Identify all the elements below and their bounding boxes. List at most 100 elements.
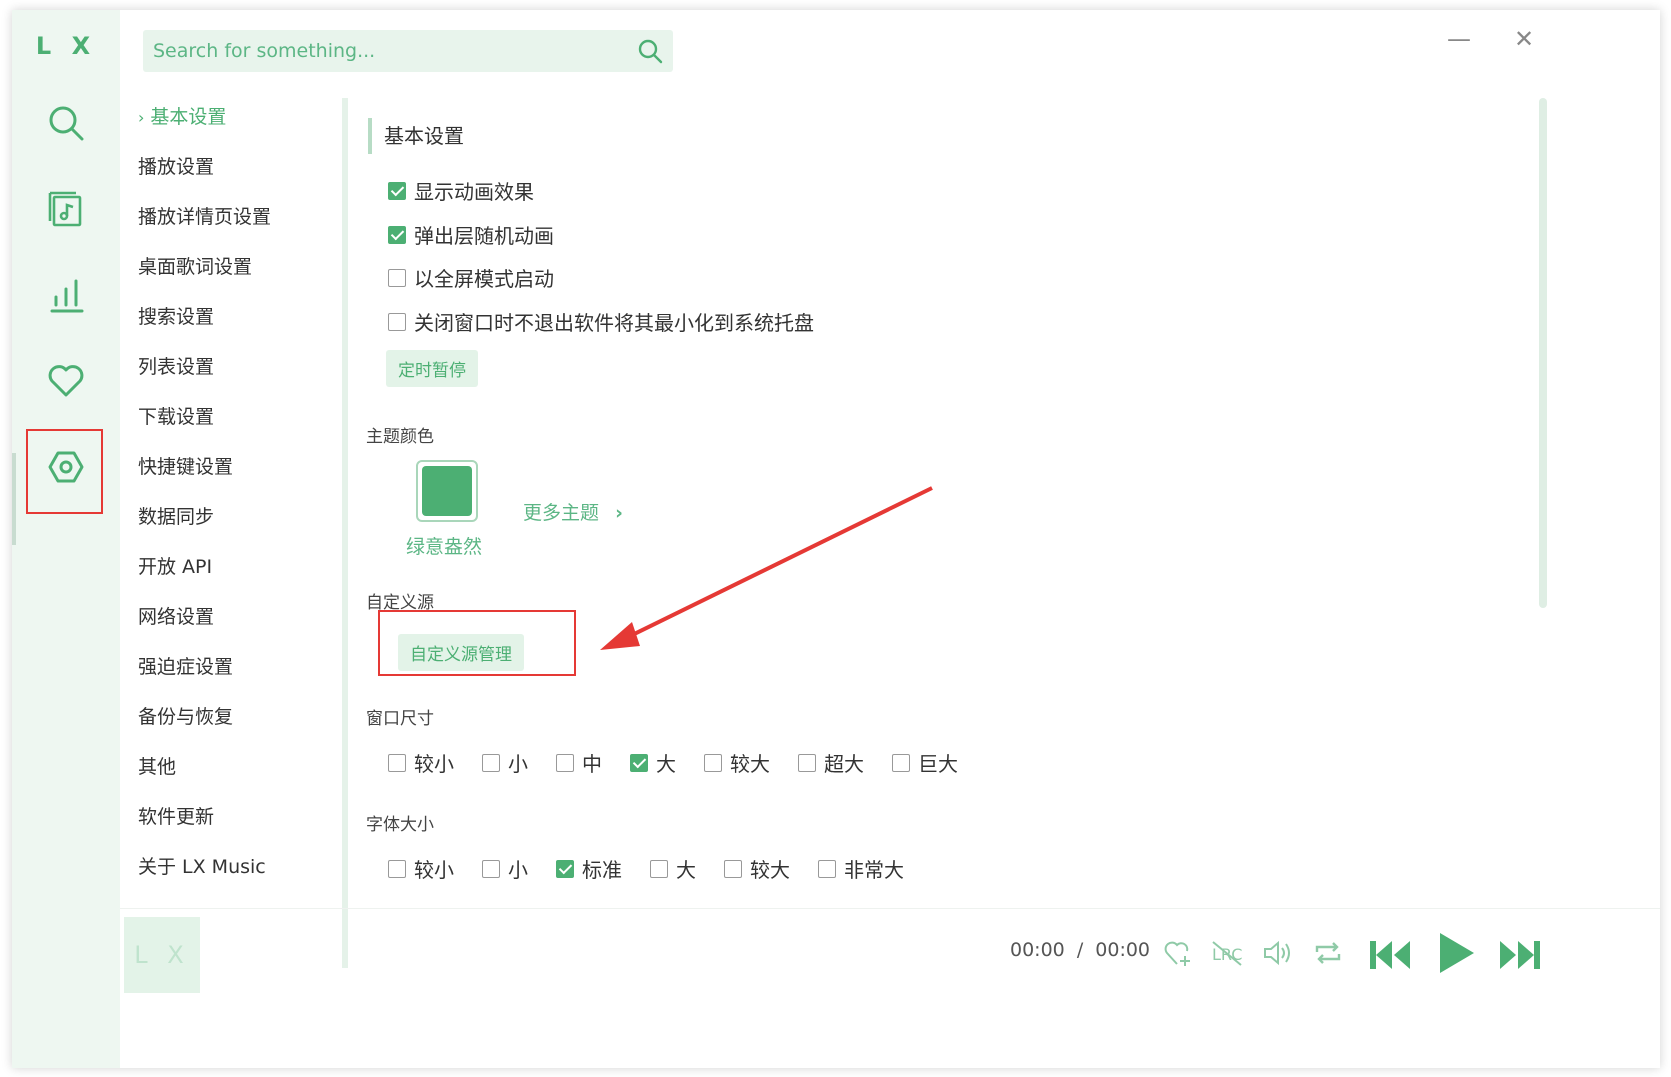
rail-leaderboard-button[interactable] (29, 258, 103, 332)
font-size-options: 较小 小 标准 大 较大 非常大 (388, 854, 932, 883)
font-size-option[interactable]: 较小 (388, 854, 454, 883)
album-art[interactable]: L X (124, 917, 200, 993)
rail-favorites-button[interactable] (29, 344, 103, 418)
window-size-option[interactable]: 大 (630, 748, 676, 777)
nav-item-hotkey[interactable]: 快捷键设置 (138, 452, 233, 479)
option-label: 标准 (582, 858, 622, 882)
checkbox-box[interactable] (724, 859, 742, 878)
nav-item-search[interactable]: 搜索设置 (138, 302, 214, 329)
heart-add-button[interactable] (1160, 933, 1196, 973)
checkbox-box[interactable] (556, 753, 574, 772)
checkbox-box[interactable] (388, 268, 406, 287)
font-size-option[interactable]: 小 (482, 854, 528, 883)
checkbox-box[interactable] (818, 859, 836, 878)
lyric-button[interactable]: LRC (1208, 933, 1248, 973)
time-current: 00:00 (1010, 939, 1065, 961)
nav-item-other[interactable]: 其他 (138, 752, 176, 779)
checkbox-minimize-to-tray[interactable]: 关闭窗口时不退出软件将其最小化到系统托盘 (388, 307, 814, 336)
nav-item-play-detail[interactable]: 播放详情页设置 (138, 202, 271, 229)
checkbox-fullscreen-start[interactable]: 以全屏模式启动 (388, 263, 554, 292)
nav-item-update[interactable]: 软件更新 (138, 802, 214, 829)
nav-item-about[interactable]: 关于 LX Music (138, 852, 266, 879)
play-icon (1440, 933, 1474, 973)
window-size-option[interactable]: 较大 (704, 748, 770, 777)
leaderboard-icon (50, 279, 84, 313)
font-size-label: 字体大小 (366, 815, 434, 835)
minimize-button[interactable]: — (1444, 24, 1474, 54)
window-size-option[interactable]: 超大 (798, 748, 864, 777)
checkbox-box[interactable] (388, 225, 406, 244)
checkbox-box[interactable] (630, 753, 648, 772)
nav-item-open-api[interactable]: 开放 API (138, 552, 212, 579)
checkbox-box[interactable] (798, 753, 816, 772)
checkbox-box[interactable] (556, 859, 574, 878)
theme-swatch-color (422, 466, 472, 516)
nav-item-basic[interactable]: › 基本设置 (138, 102, 226, 129)
option-label: 较大 (750, 858, 790, 882)
option-label: 巨大 (918, 752, 958, 776)
play-time: 00:00 / 00:00 (1010, 939, 1150, 961)
font-size-option[interactable]: 较大 (724, 854, 790, 883)
window-size-option[interactable]: 较小 (388, 748, 454, 777)
font-size-option[interactable]: 标准 (556, 854, 622, 883)
repeat-button[interactable] (1308, 933, 1348, 973)
window-size-option[interactable]: 小 (482, 748, 528, 777)
checkbox-box[interactable] (388, 312, 406, 331)
next-icon (1500, 941, 1540, 969)
time-total: 00:00 (1095, 939, 1151, 961)
checkbox-box[interactable] (482, 753, 500, 772)
nav-item-ocd[interactable]: 强迫症设置 (138, 652, 233, 679)
section-title: 基本设置 (368, 118, 464, 154)
checkbox-box[interactable] (650, 859, 668, 878)
checkbox-show-animation[interactable]: 显示动画效果 (388, 176, 534, 205)
checkbox-label: 以全屏模式启动 (414, 267, 554, 291)
window-size-option[interactable]: 巨大 (892, 748, 958, 777)
custom-source-manage-button[interactable]: 自定义源管理 (398, 634, 524, 671)
settings-nav: › 基本设置 播放设置 播放详情页设置 桌面歌词设置 搜索设置 列表设置 下载设置… (120, 92, 360, 972)
volume-button[interactable] (1258, 933, 1298, 973)
font-size-option[interactable]: 大 (650, 854, 696, 883)
play-button[interactable] (1432, 929, 1480, 977)
nav-item-desktop-lyric[interactable]: 桌面歌词设置 (138, 252, 252, 279)
app-window: L X Search for something... — ✕ › 基本设置 播… (12, 10, 1660, 1068)
rail-search-button[interactable] (29, 86, 103, 160)
checkbox-box[interactable] (704, 753, 722, 772)
checkbox-box[interactable] (388, 753, 406, 772)
player-bar: L X 00:00 / 00:00 LRC (120, 908, 1660, 1068)
nav-item-list[interactable]: 列表设置 (138, 352, 214, 379)
nav-item-backup[interactable]: 备份与恢复 (138, 702, 233, 729)
next-button[interactable] (1496, 933, 1544, 977)
previous-button[interactable] (1366, 933, 1414, 977)
custom-source-label: 自定义源 (366, 593, 434, 613)
rail-library-button[interactable] (29, 172, 103, 246)
font-size-option[interactable]: 非常大 (818, 854, 904, 883)
close-button[interactable]: ✕ (1509, 24, 1539, 54)
option-label: 超大 (824, 752, 864, 776)
checkbox-box[interactable] (482, 859, 500, 878)
lyric-icon: LRC (1212, 941, 1242, 966)
theme-swatch[interactable] (416, 460, 478, 522)
rail-settings-button[interactable] (29, 430, 103, 504)
heart-add-icon (1164, 941, 1190, 966)
theme-name[interactable]: 绿意盎然 (406, 532, 482, 559)
nav-item-network[interactable]: 网络设置 (138, 602, 214, 629)
option-label: 较小 (414, 858, 454, 882)
settings-content: 基本设置 显示动画效果 弹出层随机动画 以全屏模式启动 关闭窗口时不退出软件将其… (358, 98, 1648, 968)
timer-pause-button[interactable]: 定时暂停 (386, 350, 478, 387)
checkbox-random-popup-animation[interactable]: 弹出层随机动画 (388, 220, 554, 249)
theme-color-label: 主题颜色 (366, 427, 434, 447)
search-input[interactable] (151, 39, 627, 63)
content-scrollbar[interactable] (1539, 98, 1547, 608)
nav-scrollbar[interactable] (342, 98, 348, 968)
nav-item-play[interactable]: 播放设置 (138, 152, 214, 179)
app-logo: L X (35, 32, 97, 60)
search-icon[interactable] (637, 38, 663, 64)
nav-item-sync[interactable]: 数据同步 (138, 502, 214, 529)
option-label: 较大 (730, 752, 770, 776)
nav-item-download[interactable]: 下载设置 (138, 402, 214, 429)
checkbox-box[interactable] (388, 181, 406, 200)
checkbox-box[interactable] (388, 859, 406, 878)
checkbox-box[interactable] (892, 753, 910, 772)
option-label: 中 (582, 752, 602, 776)
window-size-option[interactable]: 中 (556, 748, 602, 777)
